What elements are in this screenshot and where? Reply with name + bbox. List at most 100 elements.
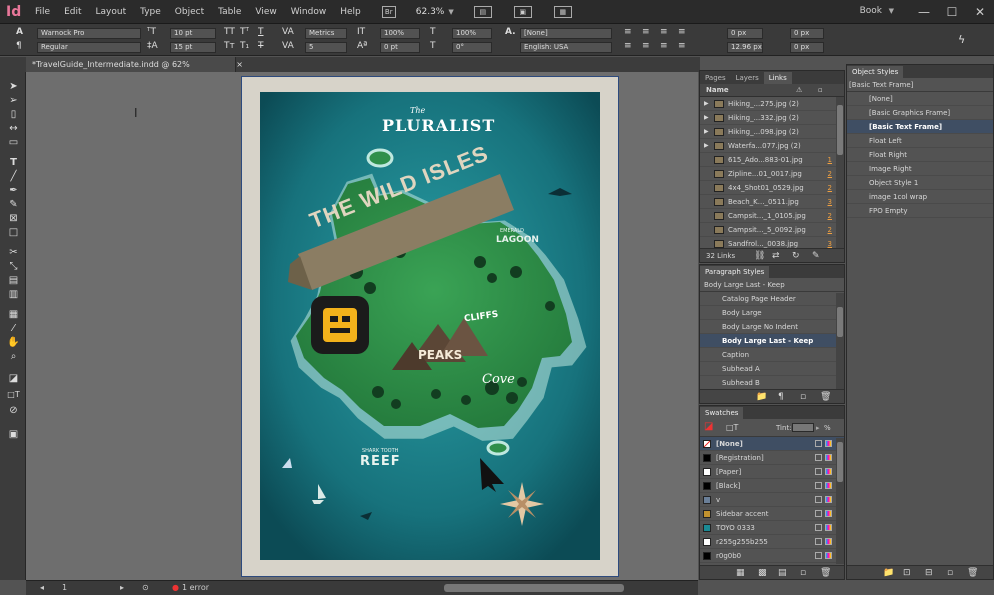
relink-icon[interactable]: ⛓ [754, 249, 765, 263]
menu-view[interactable]: View [248, 7, 283, 17]
fill-stroke-icon[interactable]: ◪ [704, 421, 713, 432]
space-after-field[interactable]: 12.96 px [727, 42, 763, 53]
swatch-row[interactable]: [Registration] [700, 451, 844, 465]
menu-file[interactable]: File [28, 7, 57, 17]
menu-edit[interactable]: Edit [57, 7, 88, 17]
tab-links[interactable]: Links [763, 72, 792, 84]
align-away-spine-icon[interactable]: ≡ [660, 41, 668, 51]
clear-object-overrides-icon[interactable]: ⊡ [903, 566, 911, 580]
menu-table[interactable]: Table [211, 7, 248, 17]
screen-mode-tool-icon[interactable]: ▣ [7, 428, 20, 441]
free-transform-tool-icon[interactable]: ⤡ [7, 260, 20, 273]
content-collector-tool-icon[interactable]: ▭ [7, 136, 20, 149]
tab-pages[interactable]: Pages [700, 72, 731, 84]
bridge-button[interactable]: Br [381, 5, 396, 18]
paragraph-style-item[interactable]: Subhead B [700, 376, 844, 390]
gradient-swatch-tool-icon[interactable]: ▤ [7, 274, 20, 287]
type-tool-icon[interactable]: T [7, 156, 20, 169]
document-tab[interactable]: *TravelGuide_Intermediate.indd @ 62% [Co… [26, 57, 243, 84]
align-left-icon[interactable]: ≡ [624, 27, 632, 37]
formatting-affects-container-icon[interactable]: □T [726, 423, 738, 432]
skew-field[interactable]: 0° [452, 42, 492, 53]
character-style-field[interactable]: [None] [520, 28, 612, 39]
links-column-header[interactable]: Name ⚠ ▫ [700, 84, 844, 97]
minimize-button[interactable]: — [910, 0, 938, 24]
new-style-group-icon[interactable]: 📁 [756, 390, 767, 404]
character-formatting-icon[interactable]: A [16, 27, 23, 37]
menu-type[interactable]: Type [133, 7, 168, 17]
new-style-icon[interactable]: ▫ [800, 390, 806, 404]
workspace-switcher[interactable]: Book [860, 6, 882, 16]
tab-layers[interactable]: Layers [731, 72, 764, 84]
object-style-item[interactable]: Object Style 1 [847, 176, 993, 190]
link-page-number[interactable]: 2 [828, 223, 832, 236]
superscript-icon[interactable]: Tᵀ [240, 27, 249, 37]
swatch-row[interactable]: [Black] [700, 479, 844, 493]
object-style-item[interactable]: Float Left [847, 134, 993, 148]
object-style-item[interactable]: FPO Empty [847, 204, 993, 218]
tracking-field[interactable]: 5 [305, 42, 347, 53]
swatch-row[interactable]: r0g0b0 [700, 549, 844, 563]
eyedropper-tool-icon[interactable]: ⁄ [7, 322, 20, 335]
show-color-swatches-icon[interactable]: ▩ [758, 566, 767, 580]
object-style-item[interactable]: [Basic Text Frame] [847, 120, 993, 134]
paragraph-style-item[interactable]: Body Large [700, 306, 844, 320]
small-caps-icon[interactable]: Tᴛ [224, 41, 235, 51]
font-family-field[interactable]: Warnock Pro [37, 28, 141, 39]
clear-attributes-icon[interactable]: ⊟ [925, 566, 933, 580]
pencil-tool-icon[interactable]: ✎ [7, 198, 20, 211]
link-row[interactable]: Beach_K..._0511.jpg 3 [700, 195, 844, 209]
page-tool-icon[interactable]: ▯ [7, 108, 20, 121]
menu-layout[interactable]: Layout [89, 7, 134, 17]
paragraph-styles-title[interactable]: Paragraph Styles [700, 266, 770, 278]
view-options-icon[interactable]: ▤ [473, 5, 492, 18]
fill-stroke-swatch-icon[interactable]: ◪ [7, 372, 20, 385]
gradient-feather-tool-icon[interactable]: ▥ [7, 288, 20, 301]
swatch-row[interactable]: r255g255b255 [700, 535, 844, 549]
show-all-swatches-icon[interactable]: ▦ [736, 566, 745, 580]
link-row[interactable]: 615_Ado...883-01.jpg 1 [700, 153, 844, 167]
menu-help[interactable]: Help [333, 7, 368, 17]
paragraph-formatting-icon[interactable]: ¶ [16, 41, 22, 51]
delete-object-style-icon[interactable]: 🗑 [967, 566, 978, 580]
horizontal-scale-field[interactable]: 100% [452, 28, 492, 39]
object-style-item[interactable]: [Basic Graphics Frame] [847, 106, 993, 120]
gap-tool-icon[interactable]: ↔ [7, 122, 20, 135]
menu-window[interactable]: Window [284, 7, 334, 17]
object-style-item[interactable]: Float Right [847, 148, 993, 162]
tint-field[interactable] [792, 423, 814, 432]
scissors-tool-icon[interactable]: ✂ [7, 246, 20, 259]
delete-swatch-icon[interactable]: 🗑 [820, 566, 831, 580]
rectangle-frame-tool-icon[interactable]: ⊠ [7, 212, 20, 225]
swatch-row[interactable]: v [700, 493, 844, 507]
link-page-number[interactable]: 2 [828, 167, 832, 180]
swatch-row[interactable]: TOYO 0333 [700, 521, 844, 535]
paragraph-style-item[interactable]: Caption [700, 348, 844, 362]
menu-object[interactable]: Object [168, 7, 211, 17]
object-style-item[interactable]: image 1col wrap [847, 190, 993, 204]
swatch-row[interactable]: Sidebar accent [700, 507, 844, 521]
link-row[interactable]: 4x4_Shot01_0529.jpg 2 [700, 181, 844, 195]
object-style-item[interactable]: Image Right [847, 162, 993, 176]
space-before-field[interactable]: 0 px [727, 28, 763, 39]
poster-artwork[interactable]: The PLURALIST THE WILD ISLES EMERALD LAG… [260, 92, 600, 560]
kerning-field[interactable]: Metrics [305, 28, 347, 39]
zoom-level[interactable]: 62.3% [412, 7, 449, 17]
paragraph-styles-scrollbar[interactable] [836, 293, 844, 389]
tint-dropdown-icon[interactable]: ▸ [816, 424, 820, 432]
expand-triangle-icon[interactable]: ▶ [704, 97, 709, 110]
arrange-documents-icon[interactable]: ▦ [553, 5, 572, 18]
clear-overrides-icon[interactable]: ¶ [778, 390, 784, 404]
vertical-scale-field[interactable]: 100% [380, 28, 420, 39]
underline-icon[interactable]: T [258, 27, 264, 37]
swatch-row[interactable]: [Paper] [700, 465, 844, 479]
baseline-shift-field[interactable]: 0 pt [380, 42, 420, 53]
swatches-scrollbar[interactable] [836, 438, 844, 564]
leading-field[interactable]: 15 pt [170, 42, 216, 53]
rectangle-tool-icon[interactable]: □ [7, 226, 20, 239]
selection-tool-icon[interactable]: ➤ [7, 80, 20, 93]
paragraph-style-item[interactable]: Body Large No Indent [700, 320, 844, 334]
justify-all-icon[interactable]: ≡ [624, 41, 632, 51]
indent-field-a[interactable]: 0 px [790, 28, 824, 39]
delete-style-icon[interactable]: 🗑 [820, 390, 831, 404]
